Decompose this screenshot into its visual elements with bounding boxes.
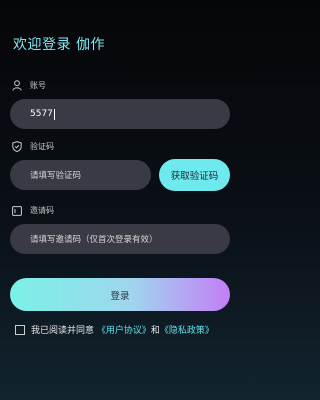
invite-label: 邀请码 (30, 206, 54, 215)
verify-placeholder: 请填写验证码 (30, 171, 82, 181)
text-caret (53, 108, 55, 120)
invite-label-row: 邀请码 (12, 205, 54, 216)
agreement-text: 我已阅读并同意 《用户协议》和《隐私政策》 (31, 324, 226, 338)
privacy-policy-link[interactable]: 《隐私政策》 (160, 326, 214, 336)
verify-code-input[interactable]: 请填写验证码 (10, 160, 151, 190)
account-label-row: 账号 (12, 80, 46, 91)
verify-label: 验证码 (30, 142, 54, 151)
agreement-prefix: 我已阅读并同意 (31, 326, 95, 336)
agreement-and: 和 (150, 326, 160, 336)
get-code-button[interactable]: 获取验证码 (159, 159, 230, 191)
invite-card-icon (12, 205, 22, 216)
page-title: 欢迎登录 伽作 (13, 37, 105, 53)
user-agreement-link[interactable]: 《用户协议》 (97, 326, 151, 336)
account-input[interactable]: 5577 (10, 99, 230, 129)
verify-label-row: 验证码 (12, 141, 54, 152)
invite-placeholder: 请填写邀请码（仅首次登录有效） (30, 235, 158, 245)
agree-checkbox[interactable] (15, 325, 25, 335)
login-button[interactable]: 登录 (10, 278, 230, 311)
invite-code-input[interactable]: 请填写邀请码（仅首次登录有效） (10, 224, 230, 254)
shield-icon (12, 141, 22, 152)
account-value: 5577 (30, 109, 53, 119)
user-icon (12, 80, 22, 91)
account-label: 账号 (30, 81, 46, 90)
